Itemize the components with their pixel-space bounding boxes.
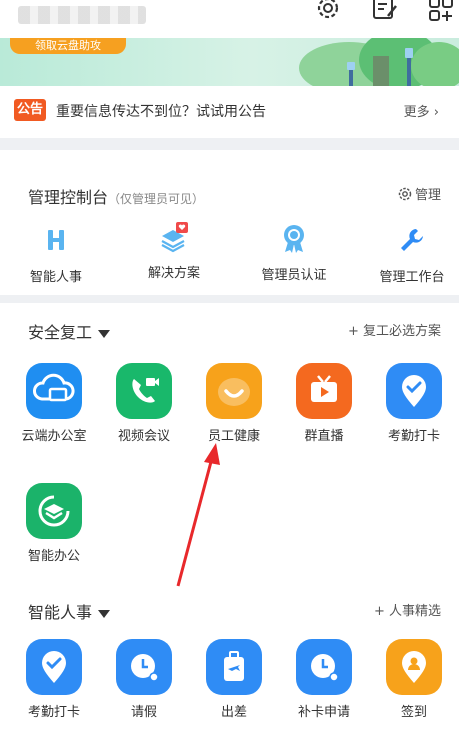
- app-smart-office[interactable]: 智能办公: [12, 483, 96, 567]
- smart-hr-title-text: 智能人事: [28, 603, 93, 622]
- notice-bar[interactable]: 公告 重要信息传达不到位？试试用公告 更多 ›: [0, 86, 459, 138]
- app-label: 视频会议: [117, 429, 170, 444]
- clock-person-icon: [116, 639, 172, 695]
- app-video-meeting[interactable]: 视频会议: [102, 363, 186, 447]
- app-business-trip[interactable]: 出差: [192, 639, 276, 723]
- app-check-in[interactable]: 签到: [372, 639, 456, 723]
- tool-label: 管理工作台: [379, 270, 445, 285]
- smart-office-icon: [26, 483, 82, 539]
- banner-illustration: [299, 38, 459, 86]
- app-cloud-office[interactable]: 云端办公室: [12, 363, 96, 447]
- app-label: 群直播: [304, 429, 344, 444]
- badge-ribbon-icon: [284, 225, 304, 253]
- video-call-icon: [116, 363, 172, 419]
- tool-admin-cert[interactable]: 管理员认证: [244, 224, 344, 283]
- smart-hr-title[interactable]: 智能人事: [28, 599, 111, 623]
- app-missed-punch[interactable]: 补卡申请: [282, 639, 366, 723]
- tool-smart-hr[interactable]: 智能人事: [6, 226, 106, 285]
- app-attendance-hr[interactable]: 考勤打卡: [12, 639, 96, 723]
- cloud-desktop-icon: [26, 363, 82, 419]
- app-label: 签到: [400, 705, 427, 720]
- tool-admin-workbench[interactable]: 管理工作台: [362, 226, 459, 285]
- smart-hr-card: 智能人事 + 人事精选 考勤打卡 请假 出差 补卡申请 签到: [0, 583, 459, 735]
- tool-label: 解决方案: [147, 266, 200, 281]
- wrench-icon: [401, 229, 423, 251]
- notice-text[interactable]: 重要信息传达不到位？试试用公告: [56, 101, 266, 121]
- tool-label: 管理员认证: [261, 268, 327, 283]
- layers-heart-icon: [161, 222, 188, 253]
- edit-list-icon[interactable]: [370, 0, 400, 22]
- app-label: 请假: [130, 705, 157, 720]
- safe-return-title[interactable]: 安全复工: [28, 319, 111, 343]
- app-label: 考勤打卡: [27, 705, 80, 720]
- app-employee-health[interactable]: 员工健康: [192, 363, 276, 447]
- gear-icon[interactable]: [314, 0, 344, 22]
- app-label: 云端办公室: [21, 429, 87, 444]
- admin-console-card: 管理控制台（仅管理员可见） 管理 智能人事 解决方案 管理员认证 管理工作台: [0, 150, 459, 295]
- add-app-icon[interactable]: [428, 0, 458, 22]
- tool-solutions[interactable]: 解决方案: [124, 222, 224, 281]
- top-bar: [0, 0, 459, 38]
- location-check-icon: [386, 363, 442, 419]
- clock-person-icon: [296, 639, 352, 695]
- manage-label: 管理: [414, 188, 441, 203]
- location-person-icon: [386, 639, 442, 695]
- gear-icon: [398, 187, 412, 201]
- caret-down-icon: [98, 329, 111, 338]
- manage-button[interactable]: 管理: [398, 184, 441, 203]
- banner-button[interactable]: 领取云盘助攻: [10, 38, 126, 54]
- location-check-icon: [26, 639, 82, 695]
- app-label: 出差: [220, 705, 247, 720]
- app-label: 员工健康: [207, 429, 260, 444]
- admin-subtitle: （仅管理员可见）: [108, 192, 205, 206]
- app-attendance[interactable]: 考勤打卡: [372, 363, 456, 447]
- notice-badge: 公告: [14, 99, 46, 121]
- promo-banner[interactable]: 领取云盘助攻: [0, 38, 459, 86]
- safe-return-card: 安全复工 + 复工必选方案 云端办公室 视频会议 员工健康 群直播 考勤打卡 智…: [0, 303, 459, 583]
- app-label: 智能办公: [27, 549, 80, 564]
- admin-console-title: 管理控制台（仅管理员可见）: [28, 184, 204, 208]
- smart-hr-link[interactable]: + 人事精选: [374, 600, 441, 619]
- notice-more-link[interactable]: 更多 ›: [404, 101, 439, 120]
- h-letter-icon: [48, 230, 64, 250]
- tv-live-icon: [296, 363, 352, 419]
- luggage-plane-icon: [206, 639, 262, 695]
- app-group-live[interactable]: 群直播: [282, 363, 366, 447]
- safe-return-link[interactable]: + 复工必选方案: [348, 320, 441, 339]
- admin-title-text: 管理控制台: [28, 188, 109, 207]
- caret-down-icon: [98, 609, 111, 618]
- app-label: 补卡申请: [297, 705, 350, 720]
- smile-heart-icon: [206, 363, 262, 419]
- app-leave[interactable]: 请假: [102, 639, 186, 723]
- tool-label: 智能人事: [29, 270, 82, 285]
- app-label: 考勤打卡: [387, 429, 440, 444]
- blurred-org-name: [18, 6, 146, 24]
- safe-return-title-text: 安全复工: [28, 323, 93, 342]
